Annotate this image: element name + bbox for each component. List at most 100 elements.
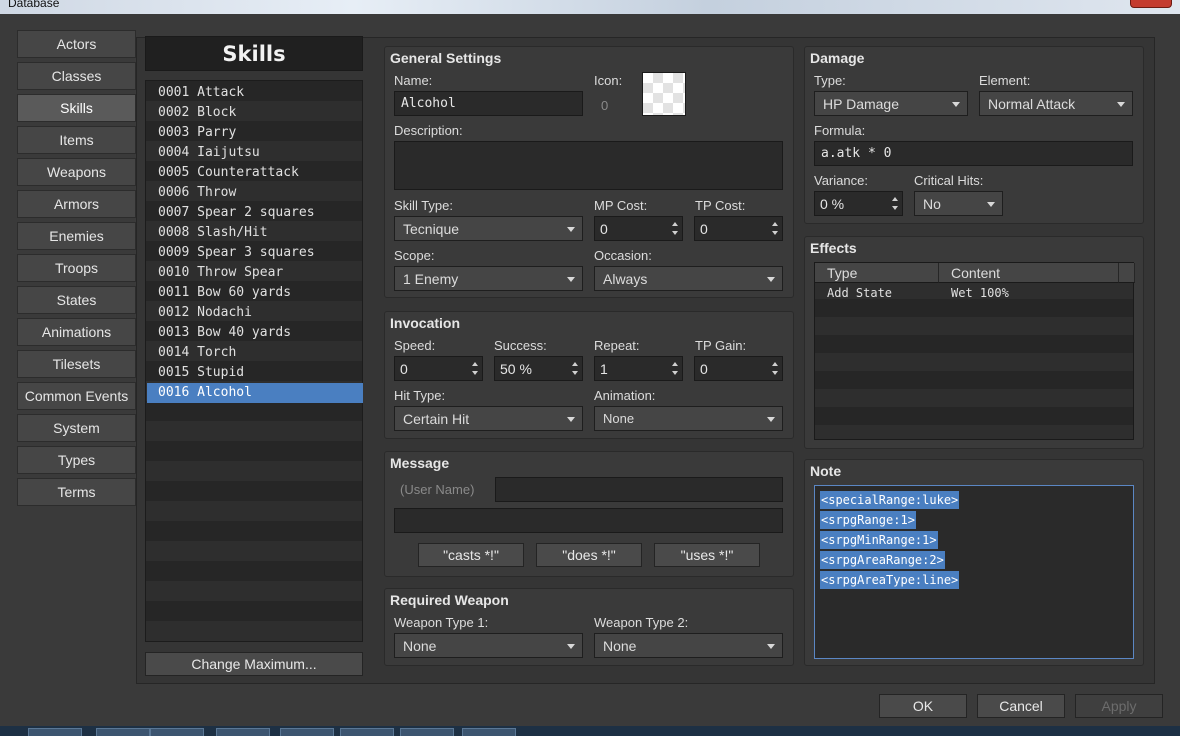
skill-list-item[interactable]: 0005 Counterattack <box>147 163 363 183</box>
ok-button[interactable]: OK <box>879 694 967 718</box>
damage-type-select[interactable]: HP Damage <box>814 91 968 116</box>
mp-cost-stepper[interactable]: 0 <box>594 216 683 241</box>
does-button[interactable]: "does *!" <box>536 543 642 567</box>
hit-type-value: Certain Hit <box>403 410 470 427</box>
nav-item-classes[interactable]: Classes <box>17 62 136 90</box>
skill-list-item[interactable]: 0012 Nodachi <box>147 303 363 323</box>
tp-gain-stepper[interactable]: 0 <box>694 356 783 381</box>
damage-type-value: HP Damage <box>823 95 900 112</box>
cancel-button[interactable]: Cancel <box>977 694 1065 718</box>
note-textarea[interactable]: <specialRange:luke> <srpgRange:1> <srpgM… <box>814 485 1134 659</box>
nav-item-common-events[interactable]: Common Events <box>17 382 136 410</box>
skill-list-item[interactable]: 0014 Torch <box>147 343 363 363</box>
nav-item-items[interactable]: Items <box>17 126 136 154</box>
skill-list-item[interactable]: 0003 Parry <box>147 123 363 143</box>
skill-list-item[interactable]: 0007 Spear 2 squares <box>147 203 363 223</box>
spin-up-icon[interactable] <box>672 222 678 226</box>
skill-list-item[interactable]: 0010 Throw Spear <box>147 263 363 283</box>
taskbar-item[interactable] <box>28 728 82 736</box>
general-settings-title: General Settings <box>390 50 502 66</box>
formula-input[interactable]: a.atk * 0 <box>814 141 1133 166</box>
close-icon[interactable] <box>1130 0 1172 8</box>
occasion-select[interactable]: Always <box>594 266 783 291</box>
weapon-type2-select[interactable]: None <box>594 633 783 658</box>
speed-value: 0 <box>400 360 408 377</box>
effect-row-type[interactable]: Add State <box>827 284 892 302</box>
nav-item-animations[interactable]: Animations <box>17 318 136 346</box>
spin-up-icon[interactable] <box>572 362 578 366</box>
scope-select[interactable]: 1 Enemy <box>394 266 583 291</box>
skill-list-item[interactable]: 0015 Stupid <box>147 363 363 383</box>
spin-down-icon[interactable] <box>672 231 678 235</box>
skill-list-item[interactable]: 0011 Bow 60 yards <box>147 283 363 303</box>
variance-stepper[interactable]: 0 % <box>814 191 903 216</box>
nav-item-terms[interactable]: Terms <box>17 478 136 506</box>
nav-item-states[interactable]: States <box>17 286 136 314</box>
critical-hits-value: No <box>923 195 941 212</box>
nav-item-system[interactable]: System <box>17 414 136 442</box>
effects-col-content[interactable]: Content <box>939 263 1119 283</box>
skill-icon-picker[interactable] <box>642 72 686 116</box>
spin-up-icon[interactable] <box>672 362 678 366</box>
spin-up-icon[interactable] <box>772 222 778 226</box>
spin-down-icon[interactable] <box>772 371 778 375</box>
taskbar-item[interactable] <box>400 728 454 736</box>
taskbar-item[interactable] <box>96 728 150 736</box>
nav-item-armors[interactable]: Armors <box>17 190 136 218</box>
effects-table[interactable]: Type Content Add State Wet 100% <box>814 262 1135 440</box>
skill-list-item[interactable]: 0004 Iaijutsu <box>147 143 363 163</box>
skill-list-item[interactable]: 0016 Alcohol <box>147 383 363 403</box>
casts-button[interactable]: "casts *!" <box>418 543 524 567</box>
success-value: 50 % <box>500 360 532 377</box>
nav-item-types[interactable]: Types <box>17 446 136 474</box>
message-line2-input[interactable] <box>394 508 783 533</box>
animation-value: None <box>603 411 635 426</box>
speed-stepper[interactable]: 0 <box>394 356 483 381</box>
spin-up-icon[interactable] <box>472 362 478 366</box>
spin-down-icon[interactable] <box>772 231 778 235</box>
name-input[interactable]: Alcohol <box>394 91 583 116</box>
taskbar-item[interactable] <box>280 728 334 736</box>
nav-item-troops[interactable]: Troops <box>17 254 136 282</box>
nav-item-actors[interactable]: Actors <box>17 30 136 58</box>
nav-item-weapons[interactable]: Weapons <box>17 158 136 186</box>
skill-list-item[interactable]: 0013 Bow 40 yards <box>147 323 363 343</box>
nav-item-tilesets[interactable]: Tilesets <box>17 350 136 378</box>
skill-list[interactable]: 0001 Attack 0002 Block 0003 Parry 0004 Iaij… <box>145 80 363 642</box>
skill-type-select[interactable]: Tecnique <box>394 216 583 241</box>
skill-list-item[interactable]: 0002 Block <box>147 103 363 123</box>
hit-type-select[interactable]: Certain Hit <box>394 406 583 431</box>
spin-down-icon[interactable] <box>892 206 898 210</box>
skill-list-item[interactable]: 0001 Attack <box>147 83 363 103</box>
critical-hits-select[interactable]: No <box>914 191 1003 216</box>
success-stepper[interactable]: 50 % <box>494 356 583 381</box>
damage-type-label: Type: <box>814 73 846 88</box>
effect-row-content[interactable]: Wet 100% <box>951 284 1009 302</box>
apply-button[interactable]: Apply <box>1075 694 1163 718</box>
nav-item-enemies[interactable]: Enemies <box>17 222 136 250</box>
spin-down-icon[interactable] <box>672 371 678 375</box>
taskbar-item[interactable] <box>340 728 394 736</box>
message-line1-input[interactable] <box>495 477 783 502</box>
spin-down-icon[interactable] <box>472 371 478 375</box>
repeat-stepper[interactable]: 1 <box>594 356 683 381</box>
uses-button[interactable]: "uses *!" <box>654 543 760 567</box>
change-maximum-button[interactable]: Change Maximum... <box>145 652 363 676</box>
effects-col-type[interactable]: Type <box>815 263 939 283</box>
taskbar-item[interactable] <box>150 728 204 736</box>
taskbar-item[interactable] <box>462 728 516 736</box>
skill-list-item[interactable]: 0006 Throw <box>147 183 363 203</box>
tp-cost-stepper[interactable]: 0 <box>694 216 783 241</box>
spin-down-icon[interactable] <box>572 371 578 375</box>
description-field[interactable] <box>394 141 783 190</box>
spin-up-icon[interactable] <box>892 197 898 201</box>
element-select[interactable]: Normal Attack <box>979 91 1133 116</box>
taskbar-item[interactable] <box>216 728 270 736</box>
nav-item-skills[interactable]: Skills <box>17 94 136 122</box>
skill-list-item[interactable]: 0009 Spear 3 squares <box>147 243 363 263</box>
animation-select[interactable]: None <box>594 406 783 431</box>
spin-up-icon[interactable] <box>772 362 778 366</box>
weapon-type1-select[interactable]: None <box>394 633 583 658</box>
name-label: Name: <box>394 73 433 88</box>
skill-list-item[interactable]: 0008 Slash/Hit <box>147 223 363 243</box>
